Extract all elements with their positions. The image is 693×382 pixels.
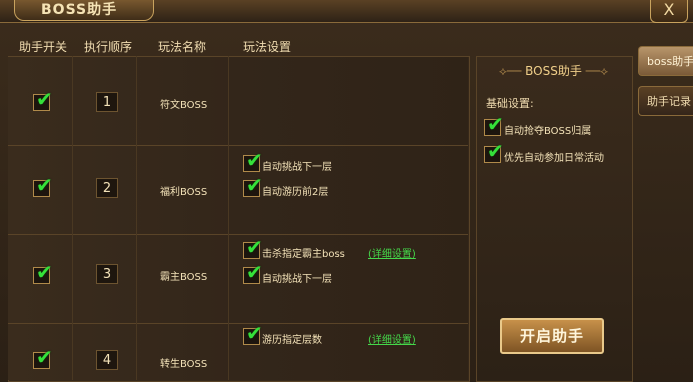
row-2-switch-checkbox[interactable]: ✔ (33, 175, 53, 197)
column-divider (72, 56, 73, 380)
row-2-option-1-checkbox[interactable]: ✔ (243, 150, 263, 172)
check-icon: ✔ (246, 235, 263, 259)
tab-boss-assistant[interactable]: boss助手 (638, 46, 693, 76)
row-2-option-1-label: 自动挑战下一层 (262, 162, 332, 173)
row-4-option-1-label: 游历指定层数 (262, 335, 322, 346)
window-title: BOSS助手 (14, 0, 154, 21)
daily-activity-label: 优先自动参加日常活动 (504, 153, 604, 164)
check-icon: ✔ (487, 139, 504, 163)
row-3-switch-checkbox[interactable]: ✔ (33, 262, 53, 284)
basic-settings-label: 基础设置: (486, 97, 534, 110)
column-divider (228, 56, 229, 380)
panel-title-text: BOSS助手 (525, 64, 582, 78)
table-row (8, 146, 468, 235)
check-icon: ✔ (36, 345, 53, 369)
check-icon: ✔ (246, 321, 263, 345)
column-header-settings: 玩法设置 (243, 40, 292, 54)
check-icon: ✔ (246, 148, 263, 172)
row-4-detail-settings-link[interactable]: (详细设置) (368, 331, 416, 346)
row-2-option-2-label: 自动游历前2层 (262, 187, 329, 198)
row-3-detail-settings-link[interactable]: (详细设置) (368, 245, 416, 260)
table-row (8, 57, 468, 146)
row-3-name: 霸主BOSS (160, 272, 208, 283)
check-icon: ✔ (36, 260, 53, 284)
row-2-option-2-checkbox[interactable]: ✔ (243, 175, 263, 197)
row-3-option-2-checkbox[interactable]: ✔ (243, 262, 263, 284)
column-header-order: 执行顺序 (84, 40, 133, 54)
row-3-option-1-checkbox[interactable]: ✔ (243, 237, 263, 259)
daily-activity-checkbox[interactable]: ✔ (484, 141, 504, 163)
ornament-icon: ⟡── (498, 64, 526, 78)
auto-grab-boss-label: 自动抢夺BOSS归属 (504, 126, 592, 137)
row-4-option-1-checkbox[interactable]: ✔ (243, 323, 263, 345)
column-header-name: 玩法名称 (158, 40, 207, 54)
row-4-switch-checkbox[interactable]: ✔ (33, 347, 53, 369)
row-1-order: 1 (96, 92, 118, 112)
row-2-order: 2 (96, 178, 118, 198)
row-3-option-2-label: 自动挑战下一层 (262, 274, 332, 285)
check-icon: ✔ (487, 112, 504, 136)
ornament-icon: ──⟡ (581, 64, 609, 78)
row-2-name: 福利BOSS (160, 187, 208, 198)
row-3-order: 3 (96, 264, 118, 284)
column-divider (136, 56, 137, 380)
column-header-switch: 助手开关 (19, 40, 68, 54)
start-assistant-button[interactable]: 开启助手 (500, 318, 604, 354)
row-4-order: 4 (96, 350, 118, 370)
check-icon: ✔ (36, 173, 53, 197)
row-1-switch-checkbox[interactable]: ✔ (33, 89, 53, 111)
row-3-option-1-label: 击杀指定霸主boss (262, 249, 345, 260)
check-icon: ✔ (246, 260, 263, 284)
close-button[interactable]: X (650, 0, 688, 23)
check-icon: ✔ (36, 87, 53, 111)
auto-grab-boss-checkbox[interactable]: ✔ (484, 114, 504, 136)
tab-assistant-record[interactable]: 助手记录 (638, 86, 693, 116)
row-1-name: 符文BOSS (160, 100, 208, 111)
check-icon: ✔ (246, 173, 263, 197)
panel-title: ⟡── BOSS助手 ──⟡ (476, 62, 631, 79)
row-4-name: 转生BOSS (160, 359, 208, 370)
